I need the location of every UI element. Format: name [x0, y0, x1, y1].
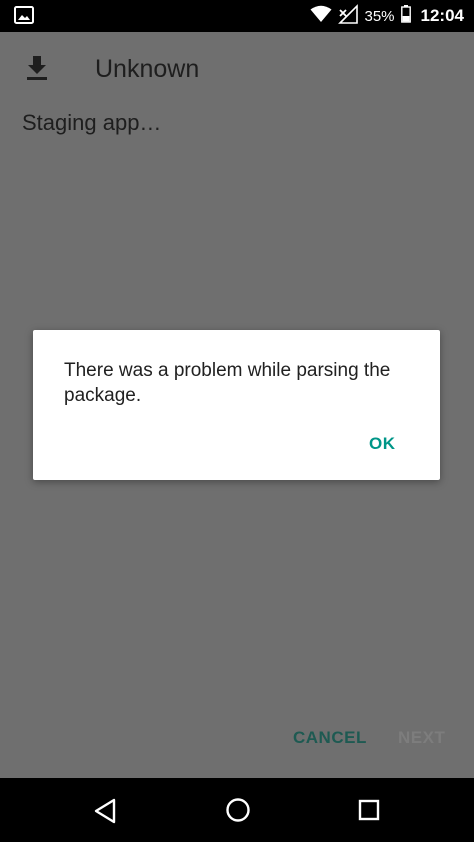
installer-button-bar: CANCEL NEXT — [0, 722, 474, 758]
status-bar: 35% 12:04 — [0, 0, 474, 32]
image-notification-icon — [14, 6, 34, 29]
staging-status: Staging app… — [22, 110, 162, 135]
home-icon[interactable] — [225, 797, 251, 828]
back-icon[interactable] — [93, 798, 117, 829]
next-button: NEXT — [398, 728, 446, 747]
navigation-bar — [0, 778, 474, 842]
app-title: Unknown — [95, 55, 200, 83]
wifi-icon — [310, 5, 332, 28]
clock: 12:04 — [420, 6, 464, 25]
dialog-message: There was a problem while parsing the pa… — [64, 360, 391, 406]
battery-icon — [400, 4, 411, 28]
signal-icon — [338, 3, 359, 29]
download-icon — [24, 54, 50, 82]
cancel-button[interactable]: CANCEL — [293, 728, 367, 748]
ok-button[interactable]: OK — [369, 434, 396, 454]
parse-error-dialog: There was a problem while parsing the pa… — [33, 330, 440, 480]
app-header: Unknown — [0, 32, 474, 104]
recents-icon[interactable] — [358, 799, 380, 826]
battery-percent: 35% — [364, 7, 395, 25]
